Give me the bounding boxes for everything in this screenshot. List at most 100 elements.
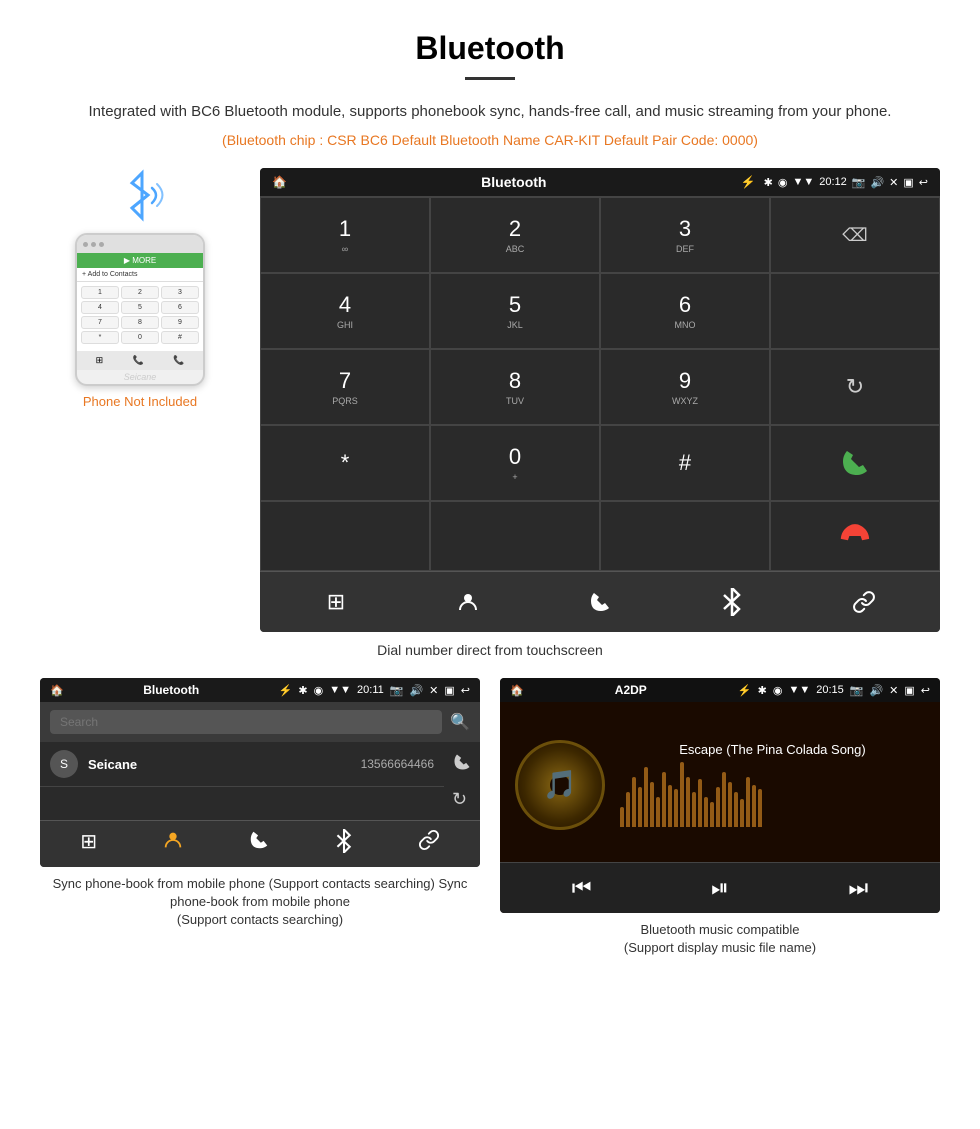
pb-vol-icon: 🔊 bbox=[409, 684, 423, 697]
volume-status-icon: 🔊 bbox=[870, 176, 884, 189]
dial-backspace[interactable]: ⌫ bbox=[770, 197, 940, 273]
pb-call-right-icon[interactable] bbox=[452, 752, 472, 777]
page-container: Bluetooth Integrated with BC6 Bluetooth … bbox=[0, 0, 980, 987]
music-play-icon[interactable]: ⏯ bbox=[711, 875, 729, 901]
music-content: 🎵 Escape (The Pina Colada Song) bbox=[500, 702, 940, 862]
car-phone-icon[interactable] bbox=[580, 582, 620, 622]
pb-right-icons: ↻ bbox=[444, 742, 480, 820]
music-vol-icon: 🔊 bbox=[869, 684, 883, 697]
music-song-title: Escape (The Pina Colada Song) bbox=[620, 742, 925, 757]
music-screen-wrap: 🏠 A2DP ⚡ ✱ ◉ ▼▼ 20:15 📷 🔊 ✕ ▣ ↩ 🎵 bbox=[500, 678, 940, 957]
phone-demo: ▶ MORE + Add to Contacts 123 456 789 *0#… bbox=[40, 168, 240, 409]
page-title: Bluetooth bbox=[40, 30, 940, 67]
dial-refresh[interactable]: ↻ bbox=[770, 349, 940, 425]
dial-key-1[interactable]: 1∞ bbox=[260, 197, 430, 273]
phone-green-bar: ▶ MORE bbox=[77, 253, 203, 268]
phone-keypad: 123 456 789 *0# bbox=[77, 282, 203, 351]
music-win-icon[interactable]: ▣ bbox=[904, 684, 914, 697]
pb-contact-name: Seicane bbox=[88, 757, 361, 772]
dial-key-9[interactable]: 9WXYZ bbox=[600, 349, 770, 425]
phonebook-screen: 🏠 Bluetooth ⚡ ✱ ◉ ▼▼ 20:11 📷 🔊 ✕ ▣ ↩ 🔍 bbox=[40, 678, 480, 867]
phone-contact-bar: + Add to Contacts bbox=[77, 268, 203, 282]
dial-key-3[interactable]: 3DEF bbox=[600, 197, 770, 273]
car-screen-main: 🏠 Bluetooth ⚡ ✱ ◉ ▼▼ 20:12 📷 🔊 ✕ ▣ ↩ bbox=[260, 168, 940, 632]
pb-grid-icon[interactable]: ⊞ bbox=[80, 829, 97, 859]
location-status-icon: ◉ bbox=[778, 176, 788, 189]
back-status-icon[interactable]: ↩ bbox=[919, 176, 928, 189]
pb-signal-icon: ▼▼ bbox=[329, 684, 351, 696]
description: Integrated with BC6 Bluetooth module, su… bbox=[40, 100, 940, 124]
car-status-icons: ✱ ◉ ▼▼ 20:12 📷 🔊 ✕ ▣ ↩ bbox=[764, 176, 928, 189]
dial-key-8[interactable]: 8TUV bbox=[430, 349, 600, 425]
music-viz bbox=[620, 767, 925, 827]
pb-bottom-bar: ⊞ bbox=[40, 820, 480, 867]
pb-back-icon[interactable]: ↩ bbox=[461, 684, 470, 697]
dial-empty-2 bbox=[260, 501, 430, 571]
car-usb-icon: ⚡ bbox=[741, 175, 756, 189]
pb-win-icon[interactable]: ▣ bbox=[444, 684, 454, 697]
pb-link-bottom-icon[interactable] bbox=[418, 829, 440, 859]
dial-call-button[interactable] bbox=[770, 425, 940, 501]
pb-search-bar: 🔍 bbox=[40, 702, 480, 742]
car-status-bar: 🏠 Bluetooth ⚡ ✱ ◉ ▼▼ 20:12 📷 🔊 ✕ ▣ ↩ bbox=[260, 168, 940, 196]
car-home-icon[interactable]: 🏠 bbox=[272, 175, 287, 189]
pb-contacts-active-icon[interactable] bbox=[162, 829, 184, 859]
pb-cam-icon: 📷 bbox=[390, 684, 404, 697]
pb-bt-bottom-icon[interactable] bbox=[335, 829, 353, 859]
pb-contact-number: 13566664466 bbox=[361, 757, 434, 771]
pb-phone-icon[interactable] bbox=[248, 829, 270, 859]
phone-top-bar bbox=[77, 235, 203, 253]
car-contacts-icon[interactable] bbox=[448, 582, 488, 622]
dial-key-star[interactable]: * bbox=[260, 425, 430, 501]
dial-caption: Dial number direct from touchscreen bbox=[40, 642, 940, 658]
dial-key-0[interactable]: 0+ bbox=[430, 425, 600, 501]
music-back-icon[interactable]: ↩ bbox=[921, 684, 930, 697]
pb-search-icon[interactable]: 🔍 bbox=[450, 712, 470, 732]
main-demo-area: ▶ MORE + Add to Contacts 123 456 789 *0#… bbox=[40, 168, 940, 632]
car-grid-icon[interactable]: ⊞ bbox=[316, 582, 356, 622]
music-info: Escape (The Pina Colada Song) bbox=[620, 742, 925, 827]
pb-refresh-right-icon[interactable]: ↻ bbox=[452, 789, 472, 810]
bottom-screens: 🏠 Bluetooth ⚡ ✱ ◉ ▼▼ 20:11 📷 🔊 ✕ ▣ ↩ 🔍 bbox=[40, 678, 940, 957]
music-controls: ⏮ ⏯ ⏭ bbox=[500, 862, 940, 913]
dial-key-7[interactable]: 7PQRS bbox=[260, 349, 430, 425]
phone-watermark: Seicane bbox=[77, 370, 203, 384]
music-bt-icon: ✱ bbox=[758, 684, 767, 697]
pb-close-icon[interactable]: ✕ bbox=[429, 684, 438, 697]
pb-title: Bluetooth bbox=[70, 683, 273, 697]
phone-not-included-label: Phone Not Included bbox=[83, 394, 197, 409]
music-loc-icon: ◉ bbox=[773, 684, 783, 697]
car-link-icon[interactable] bbox=[844, 582, 884, 622]
pb-bt-icon: ✱ bbox=[298, 684, 307, 697]
phone-body: ▶ MORE + Add to Contacts 123 456 789 *0#… bbox=[75, 233, 205, 386]
music-status-bar: 🏠 A2DP ⚡ ✱ ◉ ▼▼ 20:15 📷 🔊 ✕ ▣ ↩ bbox=[500, 678, 940, 702]
camera-status-icon: 📷 bbox=[852, 176, 866, 189]
pb-content-area: S Seicane 13566664466 ↻ bbox=[40, 742, 480, 820]
close-status-icon[interactable]: ✕ bbox=[889, 176, 898, 189]
dial-end-call-button[interactable] bbox=[770, 501, 940, 571]
pb-search-input[interactable] bbox=[50, 710, 442, 734]
specs-text: (Bluetooth chip : CSR BC6 Default Blueto… bbox=[40, 132, 940, 148]
pb-contact-list: S Seicane 13566664466 bbox=[40, 742, 444, 820]
window-status-icon[interactable]: ▣ bbox=[903, 176, 913, 189]
music-title: A2DP bbox=[530, 683, 732, 697]
pb-contact-avatar: S bbox=[50, 750, 78, 778]
music-signal-icon: ▼▼ bbox=[788, 684, 810, 696]
pb-home-icon[interactable]: 🏠 bbox=[50, 684, 64, 697]
pb-loc-icon: ◉ bbox=[314, 684, 324, 697]
dial-key-5[interactable]: 5JKL bbox=[430, 273, 600, 349]
music-time: 20:15 bbox=[816, 684, 844, 696]
music-next-icon[interactable]: ⏭ bbox=[848, 875, 868, 901]
dial-key-4[interactable]: 4GHI bbox=[260, 273, 430, 349]
dial-empty-3 bbox=[430, 501, 600, 571]
music-home-icon[interactable]: 🏠 bbox=[510, 684, 524, 697]
dial-key-2[interactable]: 2ABC bbox=[430, 197, 600, 273]
music-prev-icon[interactable]: ⏮ bbox=[572, 875, 592, 901]
car-bluetooth-icon[interactable] bbox=[712, 582, 752, 622]
music-close-icon[interactable]: ✕ bbox=[889, 684, 898, 697]
dial-empty-4 bbox=[600, 501, 770, 571]
dial-key-hash[interactable]: # bbox=[600, 425, 770, 501]
pb-contact-row[interactable]: S Seicane 13566664466 bbox=[40, 742, 444, 787]
pb-time: 20:11 bbox=[357, 684, 384, 696]
dial-key-6[interactable]: 6MNO bbox=[600, 273, 770, 349]
